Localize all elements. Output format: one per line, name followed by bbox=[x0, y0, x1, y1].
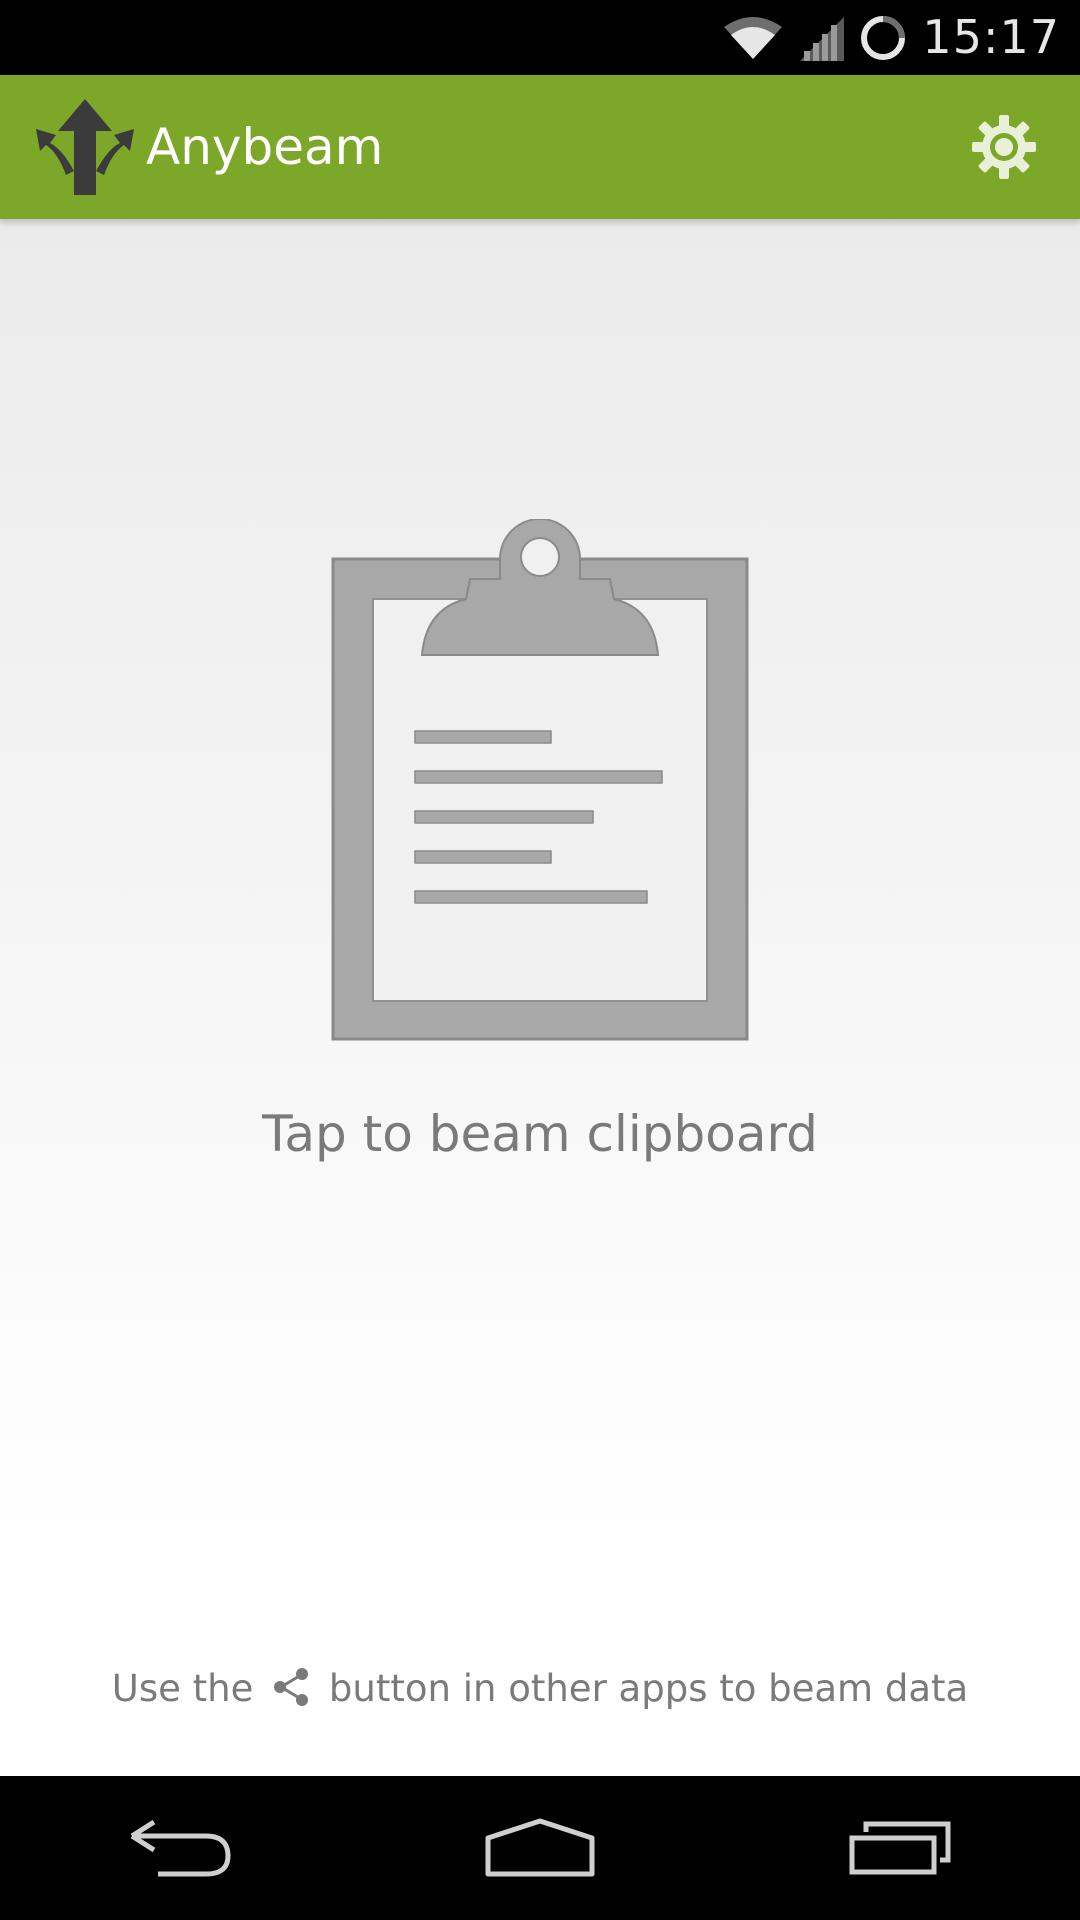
recents-button[interactable] bbox=[800, 1776, 1000, 1920]
clock: 15:17 bbox=[922, 10, 1060, 64]
status-bar: 15:17 bbox=[0, 0, 1080, 75]
share-hint: Use the button in other apps to beam dat… bbox=[0, 1659, 1080, 1719]
settings-button[interactable] bbox=[964, 107, 1044, 187]
back-button[interactable] bbox=[80, 1776, 280, 1920]
hint-text-after: button in other apps to beam data bbox=[328, 1667, 969, 1710]
share-icon bbox=[274, 1667, 309, 1706]
beam-clipboard-button[interactable]: Tap to beam clipboard bbox=[250, 519, 830, 1179]
clipboard-icon bbox=[331, 519, 749, 1041]
sync-progress-icon bbox=[861, 15, 906, 60]
gear-icon bbox=[972, 115, 1036, 179]
home-button[interactable] bbox=[440, 1776, 640, 1920]
back-icon bbox=[130, 1819, 231, 1877]
main-content: Tap to beam clipboard Use the button in … bbox=[0, 219, 1080, 1776]
cell-signal-icon bbox=[800, 16, 845, 61]
recents-icon bbox=[849, 1821, 951, 1875]
navigation-bar bbox=[0, 1776, 1080, 1920]
home-icon bbox=[485, 1818, 595, 1877]
app-title: Anybeam bbox=[146, 118, 384, 176]
wifi-icon bbox=[724, 16, 783, 59]
status-icons: 15:17 bbox=[722, 0, 1060, 75]
branching-arrows-logo bbox=[36, 99, 134, 195]
tap-to-beam-label: Tap to beam clipboard bbox=[262, 1105, 818, 1163]
action-bar: Anybeam bbox=[0, 75, 1080, 219]
screen: 15:17 Anybeam Tap to beam clipboard Use … bbox=[0, 0, 1080, 1920]
hint-text-before: Use the bbox=[111, 1667, 254, 1710]
